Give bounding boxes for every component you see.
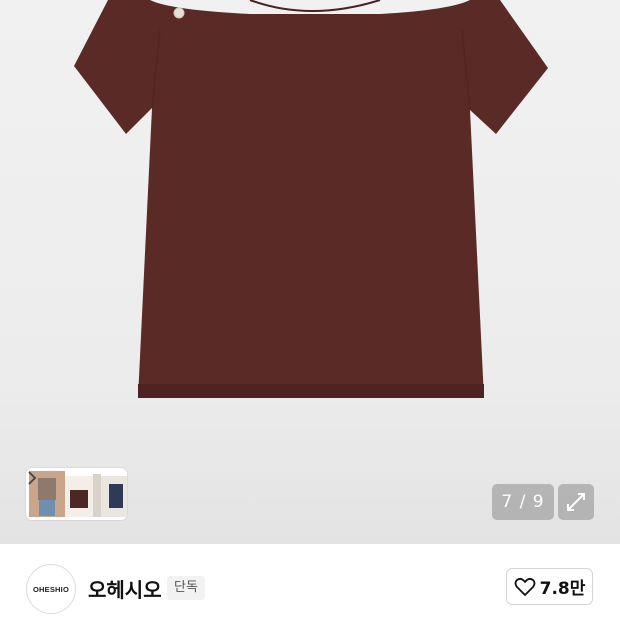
exclusive-badge: 단독 [167,576,205,600]
like-count: 7.8만 [539,579,586,599]
product-image [74,0,548,398]
thumbnail-images [29,471,127,517]
chevron-right-icon[interactable] [26,468,38,488]
brand-name[interactable]: 오헤시오 [88,574,162,603]
like-button[interactable]: 7.8만 [506,568,593,605]
heart-icon [514,577,536,596]
brand-logo-text: OHESHIO [33,584,69,594]
product-gallery[interactable]: 7 / 9 [0,0,620,544]
thumbnail-strip[interactable] [26,468,127,520]
expand-icon [567,493,585,511]
image-counter: 7 / 9 [492,484,554,520]
expand-button[interactable] [558,484,594,520]
brand-logo[interactable]: OHESHIO [26,564,76,614]
seller-bar: OHESHIO 오헤시오 단독 7.8만 [0,544,620,620]
